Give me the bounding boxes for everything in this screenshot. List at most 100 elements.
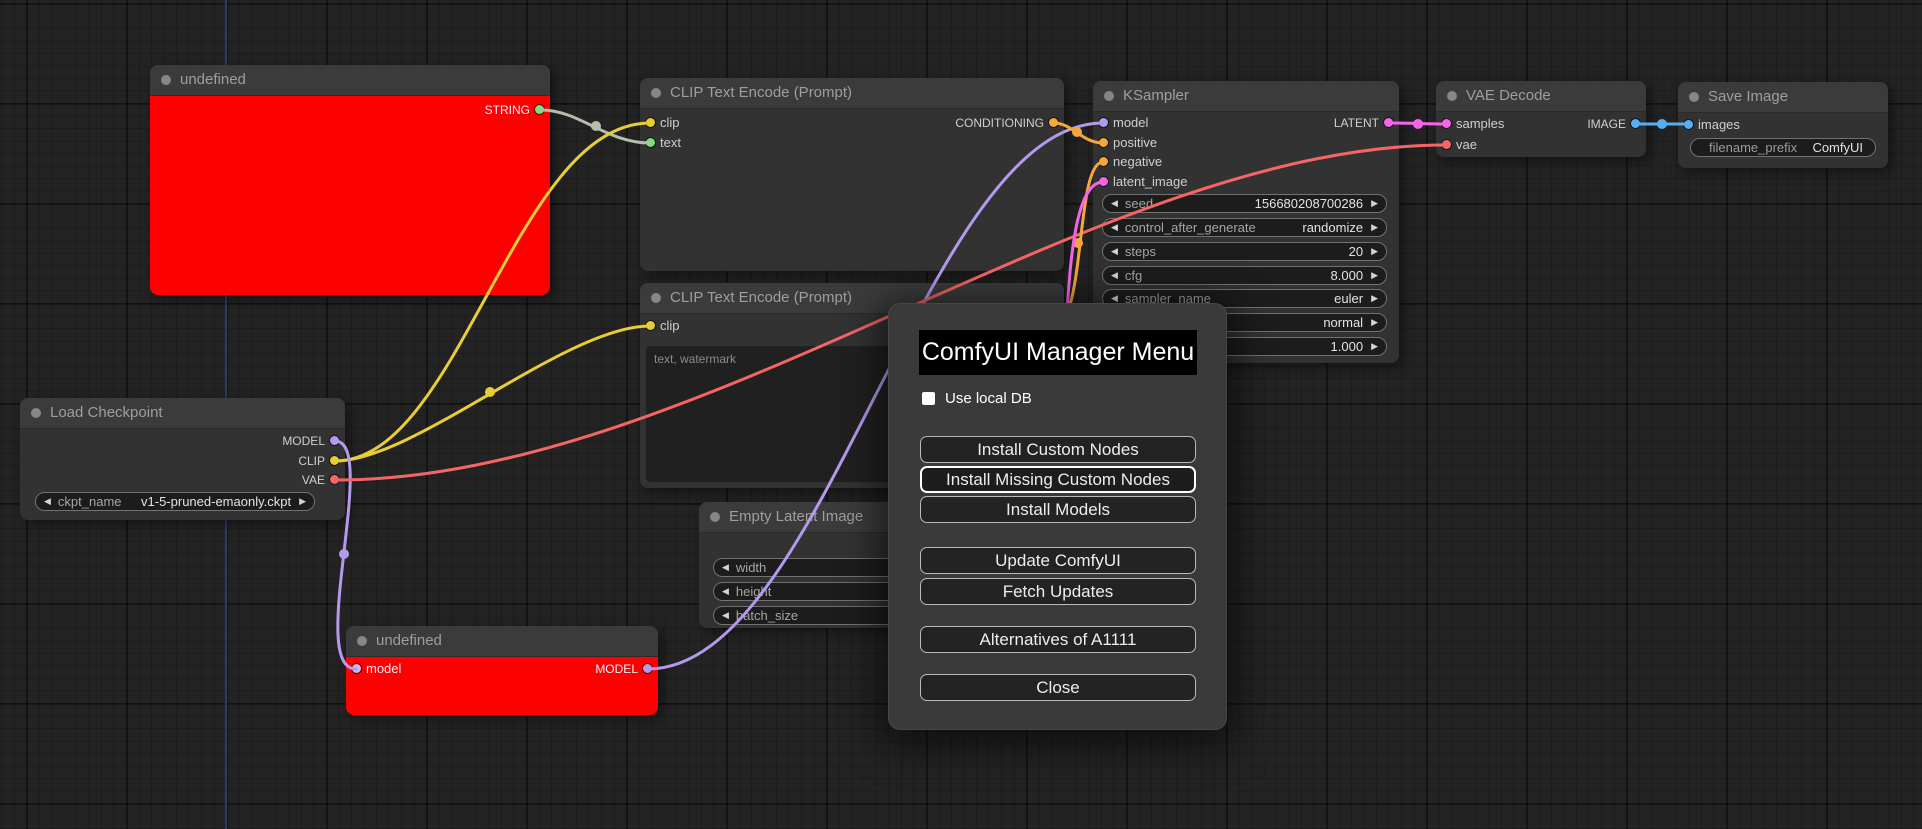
increment-arrow-icon[interactable]: ▶ (1371, 313, 1378, 332)
use-local-db-label: Use local DB (945, 390, 1032, 407)
prev-arrow-icon[interactable]: ◀ (44, 492, 51, 511)
increment-arrow-icon[interactable]: ▶ (1371, 218, 1378, 237)
conditioning-output-port[interactable] (1049, 118, 1058, 127)
ckpt-name-widget[interactable]: ◀ ckpt_name v1-5-pruned-emaonly.ckpt ▶ (35, 492, 315, 511)
close-button[interactable]: Close (920, 674, 1196, 701)
node-clip-text-encode-1[interactable]: CLIP Text Encode (Prompt) clip CONDITION… (640, 78, 1064, 271)
input-slot-text: text (640, 134, 1064, 152)
collapse-dot-icon[interactable] (1447, 91, 1457, 101)
node-title: undefined (376, 632, 442, 649)
node-header[interactable]: KSampler (1093, 81, 1399, 112)
collapse-dot-icon[interactable] (651, 88, 661, 98)
decrement-arrow-icon[interactable]: ◀ (722, 582, 729, 601)
model-input-port[interactable] (352, 664, 361, 673)
wire-string-to-text (539, 108, 652, 145)
collapse-dot-icon[interactable] (710, 512, 720, 522)
install-models-button[interactable]: Install Models (920, 496, 1196, 523)
node-body: MODEL CLIP VAE ◀ ckpt_name v1-5-pruned-e… (20, 429, 345, 520)
image-output-port[interactable] (1631, 119, 1640, 128)
link-dot (1072, 127, 1082, 137)
increment-arrow-icon[interactable]: ▶ (1371, 337, 1378, 356)
node-header[interactable]: Load Checkpoint (20, 398, 345, 429)
link-dot (1073, 238, 1083, 248)
input-slot-images: images (1678, 116, 1888, 134)
negative-input-port[interactable] (1099, 157, 1108, 166)
node-undefined-top[interactable]: undefined STRING (150, 65, 550, 295)
node-header[interactable]: CLIP Text Encode (Prompt) (640, 78, 1064, 109)
clip-input-port[interactable] (646, 118, 655, 127)
link-dot (591, 121, 601, 131)
node-vae-decode[interactable]: VAE Decode samples IMAGE vae (1436, 81, 1646, 157)
use-local-db-checkbox[interactable] (922, 392, 935, 405)
node-header[interactable]: undefined (150, 65, 550, 96)
increment-arrow-icon[interactable]: ▶ (1371, 194, 1378, 213)
node-header[interactable]: VAE Decode (1436, 81, 1646, 112)
collapse-dot-icon[interactable] (1104, 91, 1114, 101)
decrement-arrow-icon[interactable]: ◀ (1111, 266, 1118, 285)
decrement-arrow-icon[interactable]: ◀ (722, 558, 729, 577)
fetch-updates-button[interactable]: Fetch Updates (920, 578, 1196, 605)
link-dot (1413, 119, 1423, 129)
node-header[interactable]: Save Image (1678, 82, 1888, 113)
seed-widget[interactable]: ◀ seed 156680208700286 ▶ (1102, 194, 1387, 213)
alternatives-of-a1111-button[interactable]: Alternatives of A1111 (920, 626, 1196, 653)
vae-input-port[interactable] (1442, 140, 1451, 149)
decrement-arrow-icon[interactable]: ◀ (1111, 194, 1118, 213)
latent-image-input-port[interactable] (1099, 177, 1108, 186)
cfg-widget[interactable]: ◀ cfg 8.000 ▶ (1102, 266, 1387, 285)
output-slot-string: STRING (150, 101, 550, 119)
node-title: undefined (180, 71, 246, 88)
collapse-dot-icon[interactable] (1689, 92, 1699, 102)
collapse-dot-icon[interactable] (161, 75, 171, 85)
positive-input-port[interactable] (1099, 138, 1108, 147)
input-slot-latent-image: latent_image (1093, 173, 1399, 191)
increment-arrow-icon[interactable]: ▶ (1371, 242, 1378, 261)
next-arrow-icon[interactable]: ▶ (299, 492, 306, 511)
node-load-checkpoint[interactable]: Load Checkpoint MODEL CLIP VAE ◀ ckpt_na… (20, 398, 345, 520)
output-slot-model: MODEL (20, 432, 345, 450)
slot-row: clip CONDITIONING (640, 114, 1064, 132)
increment-arrow-icon[interactable]: ▶ (1371, 266, 1378, 285)
text-input-port[interactable] (646, 138, 655, 147)
node-title: CLIP Text Encode (Prompt) (670, 289, 853, 306)
samples-input-port[interactable] (1442, 119, 1451, 128)
node-title: Empty Latent Image (729, 508, 864, 525)
collapse-dot-icon[interactable] (357, 636, 367, 646)
decrement-arrow-icon[interactable]: ◀ (722, 606, 729, 625)
slot-row: samples IMAGE (1436, 115, 1646, 133)
collapse-dot-icon[interactable] (651, 293, 661, 303)
filename-prefix-widget[interactable]: filename_prefix ComfyUI (1690, 138, 1876, 157)
node-body: clip CONDITIONING text (640, 109, 1064, 271)
comfyui-manager-dialog: ComfyUI Manager Menu Use local DB Instal… (888, 303, 1227, 730)
node-title: CLIP Text Encode (Prompt) (670, 84, 853, 101)
decrement-arrow-icon[interactable]: ◀ (1111, 218, 1118, 237)
steps-widget[interactable]: ◀ steps 20 ▶ (1102, 242, 1387, 261)
decrement-arrow-icon[interactable]: ◀ (1111, 242, 1118, 261)
control-after-generate-widget[interactable]: ◀ control_after_generate randomize ▶ (1102, 218, 1387, 237)
clip-output-port[interactable] (330, 456, 339, 465)
node-title: Load Checkpoint (50, 404, 163, 421)
vae-output-port[interactable] (330, 475, 339, 484)
model-output-port[interactable] (643, 664, 652, 673)
model-input-port[interactable] (1099, 118, 1108, 127)
images-input-port[interactable] (1684, 120, 1693, 129)
node-title: Save Image (1708, 88, 1789, 105)
clip-input-port[interactable] (646, 321, 655, 330)
install-missing-custom-nodes-button[interactable]: Install Missing Custom Nodes (920, 466, 1196, 493)
input-slot-positive: positive (1093, 134, 1399, 152)
node-undefined-bottom[interactable]: undefined model MODEL (346, 626, 658, 715)
string-output-port[interactable] (535, 105, 544, 114)
node-title: VAE Decode (1466, 87, 1551, 104)
install-custom-nodes-button[interactable]: Install Custom Nodes (920, 436, 1196, 463)
node-header[interactable]: undefined (346, 626, 658, 657)
slot-row: model LATENT (1093, 114, 1399, 132)
input-slot-vae: vae (1436, 136, 1646, 154)
output-slot-vae: VAE (20, 471, 345, 489)
latent-output-port[interactable] (1384, 118, 1393, 127)
node-save-image[interactable]: Save Image images filename_prefix ComfyU… (1678, 82, 1888, 168)
model-output-port[interactable] (330, 436, 339, 445)
increment-arrow-icon[interactable]: ▶ (1371, 289, 1378, 308)
update-comfyui-button[interactable]: Update ComfyUI (920, 547, 1196, 574)
node-body: model MODEL (346, 657, 658, 715)
collapse-dot-icon[interactable] (31, 408, 41, 418)
